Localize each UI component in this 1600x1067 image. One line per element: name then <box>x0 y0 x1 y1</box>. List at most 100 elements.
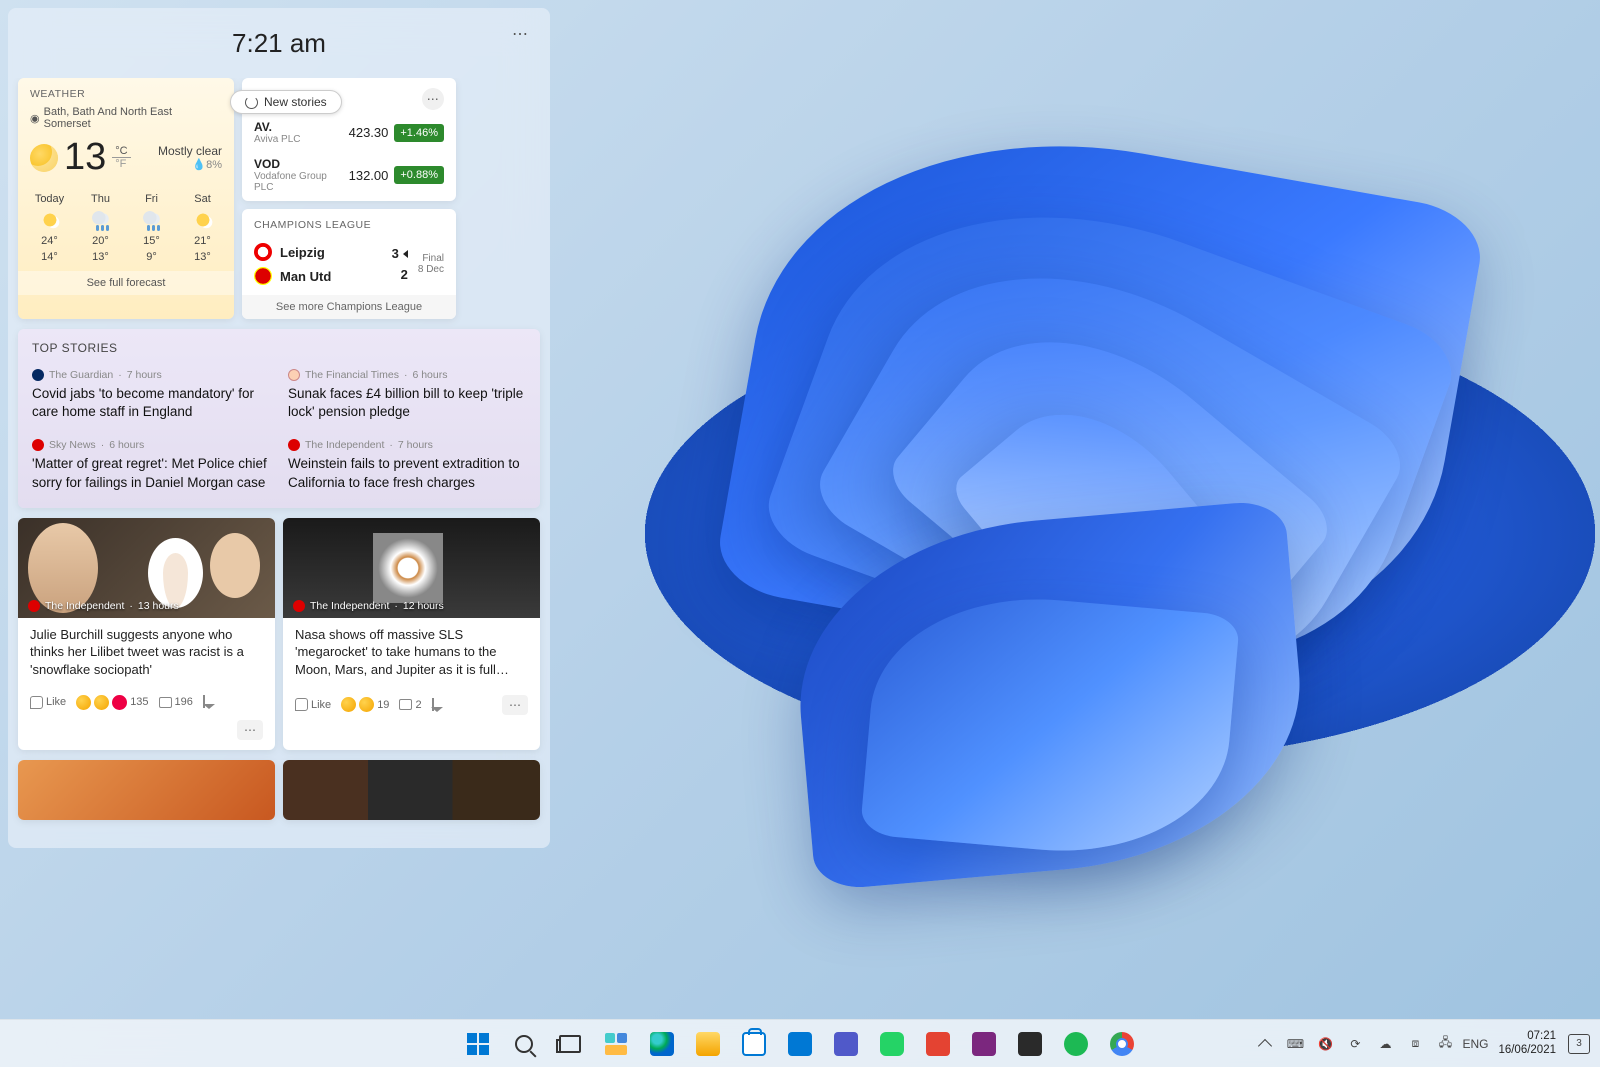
whatsapp-button[interactable] <box>872 1024 912 1064</box>
tray-wifi-button[interactable]: ⟳ <box>1342 1031 1368 1057</box>
news-headline: Nasa shows off massive SLS 'megarocket' … <box>283 618 540 687</box>
tile-more-button[interactable]: ⋯ <box>237 720 263 740</box>
explorer-button[interactable] <box>688 1024 728 1064</box>
bookmark-icon <box>203 695 205 708</box>
weather-forecast: Today24°14° Thu20°13° Fri15°9° Sat21°13° <box>18 189 234 271</box>
new-stories-label: New stories <box>264 95 327 109</box>
edge-icon <box>650 1032 674 1056</box>
news-image <box>283 760 540 820</box>
store-button[interactable] <box>734 1024 774 1064</box>
weather-card[interactable]: WEATHER ◉ Bath, Bath And North East Some… <box>18 78 234 319</box>
obsidian-button[interactable] <box>1010 1024 1050 1064</box>
heart-icon <box>112 695 127 710</box>
see-full-forecast-button[interactable]: See full forecast <box>18 271 234 295</box>
top-story-item[interactable]: The Independent · 7 hours Weinstein fail… <box>288 439 526 491</box>
top-story-item[interactable]: The Guardian · 7 hours Covid jabs 'to be… <box>32 369 270 421</box>
save-button[interactable] <box>432 699 434 711</box>
champions-title: CHAMPIONS LEAGUE <box>254 219 371 231</box>
stock-change-badge: +0.88% <box>394 166 444 184</box>
widgets-icon <box>605 1033 627 1055</box>
like-button[interactable]: Like <box>30 696 66 709</box>
comment-icon <box>159 697 172 708</box>
independent-icon <box>28 600 40 612</box>
taskbar-clock[interactable]: 07:21 16/06/2021 <box>1492 1030 1562 1056</box>
ft-icon <box>288 369 300 381</box>
save-button[interactable] <box>203 696 205 708</box>
emoji-icon <box>341 697 356 712</box>
weather-location: ◉ Bath, Bath And North East Somerset <box>18 106 234 130</box>
top-story-item[interactable]: The Financial Times · 6 hours Sunak face… <box>288 369 526 421</box>
leipzig-badge-icon <box>254 243 272 261</box>
comments-button[interactable]: 196 <box>159 696 193 708</box>
taskbar-center <box>458 1024 1142 1064</box>
guardian-icon <box>32 369 44 381</box>
teams-icon <box>834 1032 858 1056</box>
notifications-button[interactable]: 3 <box>1566 1031 1592 1057</box>
taskview-button[interactable] <box>550 1024 590 1064</box>
onenote-icon <box>972 1032 996 1056</box>
start-button[interactable] <box>458 1024 498 1064</box>
news-tile[interactable] <box>283 760 540 820</box>
panel-time: 7:21 am <box>232 28 326 59</box>
onenote-button[interactable] <box>964 1024 1004 1064</box>
bookmark-icon <box>432 698 434 711</box>
chevron-up-icon <box>1258 1038 1272 1052</box>
emoji-icon <box>94 695 109 710</box>
news-headline: Julie Burchill suggests anyone who think… <box>18 618 275 687</box>
teams-button[interactable] <box>826 1024 866 1064</box>
spotify-icon <box>1064 1032 1088 1056</box>
system-tray: ⌨ 🔇 ⟳ ☁ ⧈ 🖧 ENG 07:21 16/06/2021 3 <box>1252 1030 1592 1056</box>
news-tile[interactable] <box>18 760 275 820</box>
todoist-button[interactable] <box>918 1024 958 1064</box>
widgets-button[interactable] <box>596 1024 636 1064</box>
thumb-icon <box>295 698 308 711</box>
language-button[interactable]: ENG <box>1462 1031 1488 1057</box>
news-tile[interactable]: The Independent · 12 hours Nasa shows of… <box>283 518 540 750</box>
folder-icon <box>696 1032 720 1056</box>
top-story-item[interactable]: Sky News · 6 hours 'Matter of great regr… <box>32 439 270 491</box>
notification-icon: 3 <box>1568 1034 1590 1054</box>
news-image: The Independent · 12 hours <box>283 518 540 618</box>
edge-button[interactable] <box>642 1024 682 1064</box>
location-icon: ◉ <box>30 112 40 125</box>
watchlist-item[interactable]: VOD Vodafone Group PLC 132.00 +0.88% <box>242 153 456 201</box>
emoji-icon <box>359 697 374 712</box>
stock-change-badge: +1.46% <box>394 124 444 142</box>
tray-overflow-button[interactable] <box>1252 1031 1278 1057</box>
reactions[interactable]: 19 <box>341 697 389 712</box>
todoist-icon <box>926 1032 950 1056</box>
champions-league-card[interactable]: CHAMPIONS LEAGUE Leipzig Man Utd 3 2 Fin… <box>242 209 456 319</box>
sky-icon <box>32 439 44 451</box>
refresh-icon <box>245 96 258 109</box>
comments-button[interactable]: 2 <box>399 699 421 711</box>
desktop-wallpaper <box>550 50 1550 950</box>
new-stories-button[interactable]: New stories <box>230 90 342 114</box>
reactions[interactable]: 135 <box>76 695 148 710</box>
spotify-button[interactable] <box>1056 1024 1096 1064</box>
winner-indicator-icon <box>403 250 408 258</box>
windows-icon <box>467 1033 489 1055</box>
tray-onedrive-button[interactable]: ☁ <box>1372 1031 1398 1057</box>
outlook-button[interactable] <box>780 1024 820 1064</box>
outlook-icon <box>788 1032 812 1056</box>
chrome-icon <box>1110 1032 1134 1056</box>
like-button[interactable]: Like <box>295 698 331 711</box>
watchlist-item[interactable]: AV. Aviva PLC 423.30 +1.46% <box>242 116 456 153</box>
tile-more-button[interactable]: ⋯ <box>502 695 528 715</box>
moon-icon <box>30 144 58 172</box>
whatsapp-icon <box>880 1032 904 1056</box>
tray-dropbox-button[interactable]: ⧈ <box>1402 1031 1428 1057</box>
thumb-icon <box>30 696 43 709</box>
weather-units[interactable]: °C °F <box>112 145 130 170</box>
chrome-button[interactable] <box>1102 1024 1142 1064</box>
search-button[interactable] <box>504 1024 544 1064</box>
news-tile[interactable]: The Independent · 13 hours Julie Burchil… <box>18 518 275 750</box>
tray-volume-button[interactable]: 🔇 <box>1312 1031 1338 1057</box>
tray-network-button[interactable]: 🖧 <box>1432 1031 1458 1057</box>
see-more-champions-button[interactable]: See more Champions League <box>242 295 456 319</box>
top-stories-card: TOP STORIES The Guardian · 7 hours Covid… <box>18 329 540 508</box>
watchlist-more-button[interactable]: ⋯ <box>422 88 444 110</box>
independent-icon <box>288 439 300 451</box>
tray-keyboard-button[interactable]: ⌨ <box>1282 1031 1308 1057</box>
panel-more-button[interactable]: ⋯ <box>508 22 532 46</box>
